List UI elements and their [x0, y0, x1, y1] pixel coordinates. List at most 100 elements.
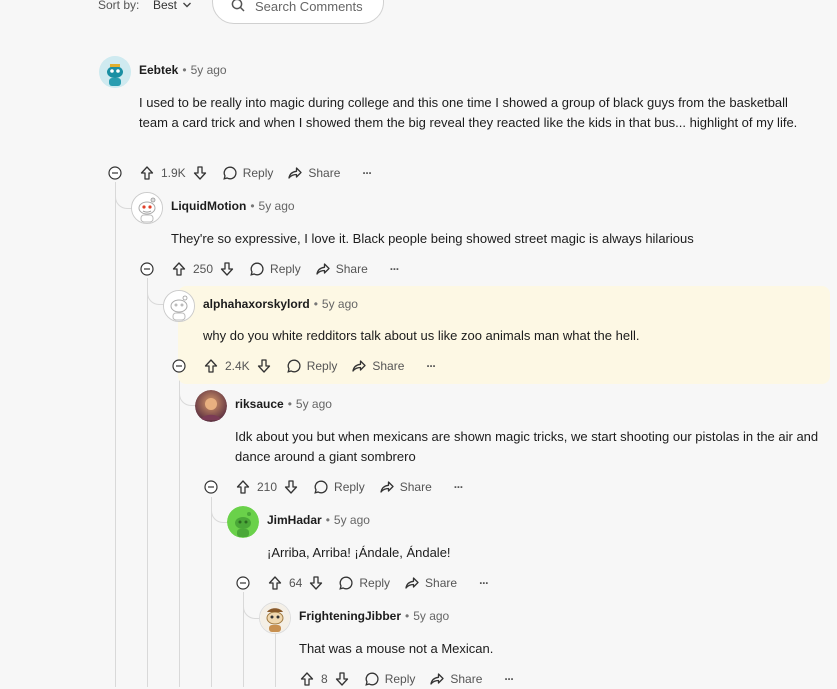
collapse-button[interactable]: [233, 573, 253, 593]
upvote-button[interactable]: [171, 261, 187, 277]
share-label: Share: [425, 576, 458, 590]
more-icon: ···: [453, 480, 464, 494]
comment-bubble-icon: [222, 166, 237, 180]
comment-header: riksauce • 5y ago: [235, 397, 332, 411]
upvote-button[interactable]: [299, 671, 315, 687]
username[interactable]: Eebtek: [139, 63, 178, 77]
avatar[interactable]: [99, 56, 131, 88]
minus-circle-icon: [172, 359, 186, 373]
comment-actions: 8 Reply Share ···: [299, 669, 514, 689]
share-icon: [380, 481, 394, 493]
downvote-button[interactable]: [283, 479, 299, 495]
upvote-button[interactable]: [139, 165, 155, 181]
more-options-button[interactable]: ···: [390, 262, 400, 276]
comment-actions: 1.9K Reply Share ···: [139, 163, 372, 183]
more-options-button[interactable]: ···: [426, 359, 436, 373]
downvote-button[interactable]: [192, 165, 208, 181]
timestamp[interactable]: 5y ago: [413, 609, 449, 623]
search-placeholder: Search Comments: [255, 0, 363, 14]
search-comments-input[interactable]: Search Comments: [212, 0, 384, 24]
thread-line: [275, 633, 276, 687]
username[interactable]: JimHadar: [267, 513, 322, 527]
reply-label: Reply: [242, 166, 274, 180]
share-icon: [316, 263, 330, 275]
sort-value: Best: [153, 0, 178, 12]
username[interactable]: riksauce: [235, 397, 284, 411]
comment-header: LiquidMotion • 5y ago: [171, 199, 295, 213]
collapse-button[interactable]: [201, 477, 221, 497]
avatar[interactable]: [131, 192, 163, 224]
reply-button[interactable]: Reply: [313, 479, 365, 495]
username[interactable]: alphahaxorskylord: [203, 297, 310, 311]
share-button[interactable]: Share: [404, 575, 457, 591]
share-icon: [430, 673, 445, 685]
reply-button[interactable]: Reply: [286, 358, 337, 374]
downvote-button[interactable]: [219, 261, 235, 277]
comment-actions: 210 Reply Share ···: [235, 477, 464, 497]
avatar[interactable]: [163, 290, 195, 322]
avatar[interactable]: [195, 390, 227, 422]
upvote-icon: [140, 166, 154, 180]
separator-dot: •: [325, 513, 330, 527]
vote-count: 8: [321, 672, 328, 686]
more-icon: ···: [504, 672, 514, 686]
comment-body: I used to be really into magic during co…: [139, 95, 798, 130]
more-icon: ···: [362, 166, 372, 180]
upvote-button[interactable]: [203, 358, 219, 374]
comment-body: Idk about you but when mexicans are show…: [235, 429, 819, 464]
more-options-button[interactable]: ···: [362, 166, 372, 180]
comment-bubble-icon: [250, 262, 264, 276]
share-button[interactable]: Share: [351, 358, 404, 374]
thread-connector: [147, 284, 164, 305]
comment-actions: 2.4K Reply Share ···: [203, 356, 436, 376]
reply-button[interactable]: Reply: [222, 165, 274, 181]
share-button[interactable]: Share: [379, 479, 432, 495]
timestamp[interactable]: 5y ago: [191, 63, 227, 77]
more-icon: ···: [426, 359, 436, 373]
minus-circle-icon: [108, 166, 122, 180]
username[interactable]: FrighteningJibber: [299, 609, 401, 623]
timestamp[interactable]: 5y ago: [259, 199, 295, 213]
share-button[interactable]: Share: [315, 261, 368, 277]
upvote-icon: [300, 672, 314, 686]
downvote-icon: [310, 576, 323, 590]
share-button[interactable]: Share: [287, 165, 340, 181]
upvote-icon: [236, 480, 250, 494]
collapse-button[interactable]: [137, 259, 157, 279]
comment-actions: 64 Reply Share ···: [267, 573, 489, 593]
timestamp[interactable]: 5y ago: [322, 297, 358, 311]
downvote-button[interactable]: [256, 358, 272, 374]
reply-button[interactable]: Reply: [338, 575, 390, 591]
vote-count: 250: [193, 262, 214, 276]
downvote-button[interactable]: [334, 671, 350, 687]
avatar[interactable]: [259, 602, 291, 634]
sort-dropdown[interactable]: Best: [153, 0, 192, 12]
separator-dot: •: [287, 397, 292, 411]
reply-button[interactable]: Reply: [249, 261, 301, 277]
separator-dot: •: [405, 609, 410, 623]
timestamp[interactable]: 5y ago: [334, 513, 370, 527]
thread-connector: [211, 500, 228, 523]
thread-connector: [243, 596, 260, 619]
timestamp[interactable]: 5y ago: [296, 397, 332, 411]
comment-header: Eebtek • 5y ago: [139, 63, 227, 77]
more-options-button[interactable]: ···: [504, 672, 514, 686]
collapse-button[interactable]: [169, 356, 189, 376]
comment-body: They're so expressive, I love it. Black …: [171, 231, 694, 246]
thread-line: [115, 182, 116, 687]
upvote-button[interactable]: [267, 575, 283, 591]
upvote-button[interactable]: [235, 479, 251, 495]
vote-count: 210: [257, 480, 278, 494]
comment-body: That was a mouse not a Mexican.: [299, 641, 494, 656]
username[interactable]: LiquidMotion: [171, 199, 246, 213]
separator-dot: •: [250, 199, 255, 213]
collapse-button[interactable]: [105, 163, 125, 183]
reply-button[interactable]: Reply: [364, 671, 415, 687]
share-button[interactable]: Share: [429, 671, 482, 687]
downvote-button[interactable]: [308, 575, 324, 591]
sort-label: Sort by:: [98, 0, 140, 12]
more-options-button[interactable]: ···: [479, 576, 489, 590]
more-options-button[interactable]: ···: [453, 480, 464, 494]
downvote-icon: [220, 262, 234, 276]
avatar[interactable]: [227, 506, 259, 538]
